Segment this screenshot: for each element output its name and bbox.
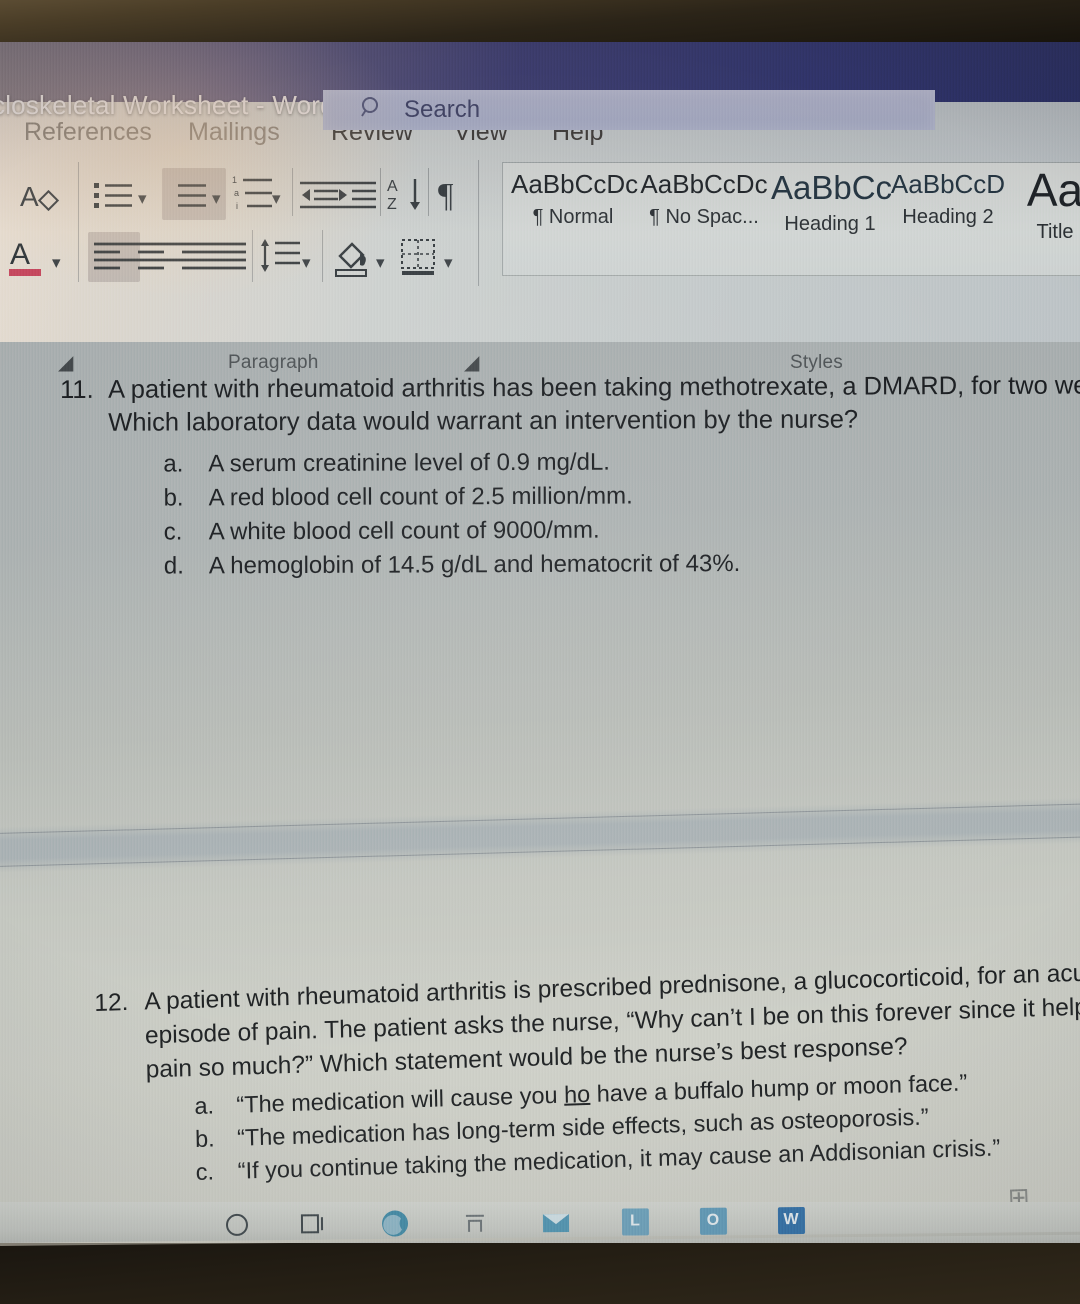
option-letter: c. <box>195 1158 215 1185</box>
style-item-title[interactable]: Aa Title <box>1007 164 1080 244</box>
chevron-down-icon[interactable]: ▾ <box>138 190 147 207</box>
office-icon[interactable]: O <box>694 1202 732 1240</box>
spelling-error-word: ho <box>563 1080 591 1108</box>
svg-text:A: A <box>387 178 398 195</box>
decrease-indent-icon[interactable] <box>298 176 340 219</box>
sort-icon[interactable]: A Z <box>386 174 428 221</box>
question-11-option-a: a. A serum creatinine level of 0.9 mg/dL… <box>60 444 1070 482</box>
format-painter-icon[interactable]: A <box>18 176 64 227</box>
chevron-down-icon[interactable]: ▾ <box>444 254 453 271</box>
style-preview-normal: AaBbCcDc <box>511 169 639 199</box>
chevron-down-icon[interactable]: ▾ <box>376 254 385 271</box>
question-11-option-b: b. A red blood cell count of 2.5 million… <box>60 478 1070 516</box>
style-item-heading-1[interactable]: AaBbCc Heading 1 <box>771 169 893 236</box>
ribbon: References Mailings Review View Help A A <box>0 102 1080 374</box>
svg-text:1: 1 <box>232 175 237 185</box>
chevron-down-icon[interactable]: ▾ <box>302 254 311 271</box>
laptop-bezel-top <box>0 0 1080 42</box>
lenovo-vantage-icon[interactable]: L <box>616 1202 654 1240</box>
question-12: 12. A patient with rheumatoid arthritis … <box>94 957 1080 1192</box>
cortana-search-icon[interactable] <box>218 1206 256 1244</box>
chevron-down-icon[interactable]: ▾ <box>52 254 61 271</box>
option-letter: a. <box>163 450 184 478</box>
search-box[interactable]: Search <box>323 90 935 130</box>
text-highlight-color-icon[interactable]: A <box>6 236 52 289</box>
search-placeholder: Search <box>404 96 481 123</box>
style-name-normal: ¶ Normal <box>532 206 614 228</box>
task-view-icon[interactable] <box>294 1205 332 1243</box>
screen-surface: closkeletal Worksheet - Word Search Refe… <box>0 40 1080 1246</box>
svg-text:a: a <box>234 188 239 198</box>
laptop-bezel-bottom <box>0 1243 1080 1304</box>
photographed-laptop-screen: closkeletal Worksheet - Word Search Refe… <box>0 0 1080 1304</box>
question-11-stem-line-1: A patient with rheumatoid arthritis has … <box>108 371 1080 404</box>
document-canvas[interactable]: 11. A patient with rheumatoid arthritis … <box>0 342 1080 1202</box>
microsoft-store-icon[interactable] <box>456 1204 494 1242</box>
style-name-heading-2: Heading 2 <box>902 206 994 228</box>
style-preview-heading-1: AaBbCc <box>771 169 893 206</box>
option-letter: b. <box>163 484 184 512</box>
style-name-heading-1: Heading 1 <box>784 213 876 235</box>
increase-indent-icon[interactable] <box>336 176 378 219</box>
question-11-option-c: c. A white blood cell count of 9000/mm. <box>61 512 1071 550</box>
paragraph-dialog-launcher[interactable]: ◢ <box>464 350 479 375</box>
font-dialog-launcher[interactable]: ◢ <box>58 350 73 375</box>
style-name-no-spacing: ¶ No Spac... <box>649 206 759 228</box>
numbering-icon[interactable] <box>166 176 210 221</box>
option-letter: b. <box>194 1125 215 1152</box>
document-title: closkeletal Worksheet - Word <box>0 90 335 120</box>
question-11-number: 11. <box>60 375 94 404</box>
question-11-stem-line-2: Which laboratory data would warrant an i… <box>108 405 859 437</box>
style-preview-heading-2: AaBbCcD <box>890 169 1006 199</box>
justify-icon[interactable] <box>206 238 250 281</box>
style-item-heading-2[interactable]: AaBbCcD Heading 2 <box>889 169 1007 229</box>
question-11-option-d: d. A hemoglobin of 14.5 g/dL and hematoc… <box>61 546 1071 584</box>
microsoft-edge-icon[interactable] <box>376 1204 414 1242</box>
show-formatting-marks-icon[interactable]: ¶ <box>436 174 470 221</box>
option-text: A serum creatinine level of 0.9 mg/dL. <box>208 448 610 478</box>
option-letter: a. <box>194 1092 215 1119</box>
styles-gallery[interactable]: AaBbCcDc ¶ Normal AaBbCcDc ¶ No Spac... … <box>502 162 1080 276</box>
option-letter: d. <box>163 552 184 580</box>
search-icon <box>358 94 386 127</box>
svg-text:i: i <box>236 201 238 211</box>
line-spacing-icon[interactable] <box>258 236 304 283</box>
shading-icon[interactable] <box>330 236 374 285</box>
bullets-icon[interactable] <box>92 176 136 221</box>
question-11: 11. A patient with rheumatoid arthritis … <box>60 370 1080 584</box>
option-letter: c. <box>163 518 183 546</box>
question-12-number: 12. <box>94 988 129 1017</box>
svg-text:¶: ¶ <box>438 177 454 214</box>
style-preview-no-spacing: AaBbCcDc <box>640 169 768 199</box>
svg-text:A: A <box>10 238 30 271</box>
svg-text:A: A <box>20 181 39 212</box>
word-icon[interactable]: W <box>772 1201 810 1239</box>
mail-icon[interactable] <box>537 1203 575 1241</box>
chevron-down-icon[interactable]: ▾ <box>212 190 221 207</box>
borders-icon[interactable] <box>398 236 442 285</box>
option-text: A hemoglobin of 14.5 g/dL and hematocrit… <box>208 550 741 580</box>
style-preview-title: Aa <box>1026 164 1080 216</box>
question-11-options: a. A serum creatinine level of 0.9 mg/dL… <box>60 444 1071 584</box>
question-11-stem: 11. A patient with rheumatoid arthritis … <box>60 370 1080 440</box>
option-text: A white blood cell count of 9000/mm. <box>208 516 600 546</box>
ribbon-body: A A ▾ ▾ ▾ 1 a i ▾ A Z ¶ ▾ ▾ ▾ AaBbCcDc ¶… <box>0 154 1080 374</box>
group-label-styles: Styles <box>790 352 843 373</box>
style-item-no-spacing[interactable]: AaBbCcDc ¶ No Spac... <box>637 169 771 229</box>
page-break-divider <box>0 796 1080 874</box>
chevron-down-icon[interactable]: ▾ <box>272 190 281 207</box>
style-item-normal[interactable]: AaBbCcDc ¶ Normal <box>511 169 639 229</box>
svg-text:Z: Z <box>387 196 397 213</box>
option-text: A red blood cell count of 2.5 million/mm… <box>208 482 633 512</box>
style-name-title: Title <box>1036 221 1074 243</box>
group-label-paragraph: Paragraph <box>228 352 319 373</box>
